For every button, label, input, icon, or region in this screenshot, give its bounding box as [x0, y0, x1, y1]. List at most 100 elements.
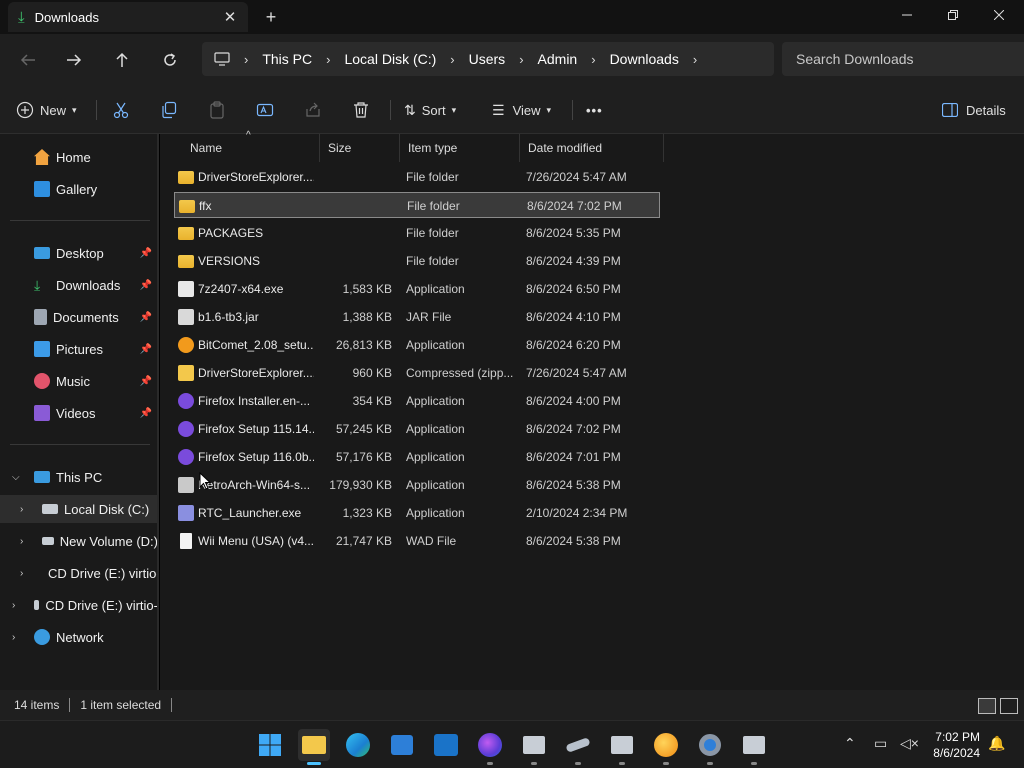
details-view-button[interactable]: [978, 698, 996, 714]
sidebar-item-videos[interactable]: Videos 📌: [0, 399, 158, 427]
restore-button[interactable]: [930, 0, 976, 30]
sidebar-item-local-disk[interactable]: › Local Disk (C:): [0, 495, 158, 523]
paste-button[interactable]: [208, 96, 226, 124]
file-row[interactable]: DriverStoreExplorer.... 960 KB Compressed …: [174, 360, 660, 386]
chevron-right-icon[interactable]: ›: [12, 600, 15, 611]
view-button[interactable]: ☰ View ▾: [492, 96, 551, 124]
sidebar-item-cd-drive-root[interactable]: › CD Drive (E:) virtio-: [0, 591, 158, 619]
clock[interactable]: 7:02 PM 8/6/2024: [933, 729, 980, 761]
file-row[interactable]: 7z2407-x64.exe 1,583 KB Application 8/6/202…: [174, 276, 660, 302]
file-row[interactable]: Firefox Installer.en-... 354 KB Applicatio…: [174, 388, 660, 414]
sidebar-item-downloads[interactable]: ⤓ Downloads 📌: [0, 271, 158, 299]
chevron-right-icon[interactable]: ›: [20, 536, 23, 547]
share-button[interactable]: [304, 96, 322, 124]
show-hidden-icons-button[interactable]: ⌃: [844, 735, 856, 752]
chevron-right-icon[interactable]: ›: [20, 504, 23, 515]
sidebar-item-desktop[interactable]: Desktop 📌: [0, 239, 158, 267]
breadcrumb-users[interactable]: Users: [469, 51, 506, 67]
file-date: 8/6/2024 5:38 PM: [526, 478, 621, 492]
breadcrumb-local-disk[interactable]: Local Disk (C:): [344, 51, 436, 67]
file-row[interactable]: PACKAGES File folder 8/6/2024 5:35 PM: [174, 220, 660, 246]
chevron-right-icon[interactable]: ›: [693, 52, 697, 67]
sidebar-item-music[interactable]: Music 📌: [0, 367, 158, 395]
column-name[interactable]: Name ^: [182, 130, 320, 162]
chevron-right-icon[interactable]: ›: [519, 52, 523, 67]
breadcrumb-downloads[interactable]: Downloads: [610, 51, 679, 67]
divider: [69, 698, 71, 712]
tiles-view-button[interactable]: [1000, 698, 1018, 714]
rename-button[interactable]: [256, 96, 274, 124]
close-window-button[interactable]: [976, 0, 1022, 30]
taskbar-installer-2[interactable]: [738, 729, 770, 765]
taskbar-firefox[interactable]: [474, 729, 506, 765]
file-row[interactable]: DriverStoreExplorer.... File folder 7/26/2…: [174, 164, 660, 190]
search-input[interactable]: Search Downloads: [782, 42, 1024, 76]
file-row[interactable]: RTC_Launcher.exe 1,323 KB Application 2/10/…: [174, 500, 660, 526]
forward-button[interactable]: [60, 46, 88, 74]
sidebar-item-cd-drive[interactable]: › CD Drive (E:) virtio-: [0, 559, 158, 587]
sidebar-item-this-pc[interactable]: ⌵ This PC: [0, 463, 158, 491]
file-row[interactable]: b1.6-tb3.jar 1,388 KB JAR File 8/6/2024 4:1…: [174, 304, 660, 330]
delete-button[interactable]: [352, 96, 370, 124]
breadcrumb-admin[interactable]: Admin: [538, 51, 578, 67]
minimize-button[interactable]: [884, 0, 930, 30]
copy-button[interactable]: [160, 96, 178, 124]
chevron-right-icon[interactable]: ›: [450, 52, 454, 67]
chevron-right-icon[interactable]: ›: [12, 632, 15, 643]
file-row[interactable]: Wii Menu (USA) (v4... 21,747 KB WAD File 8/…: [174, 528, 660, 554]
chevron-right-icon[interactable]: ›: [326, 52, 330, 67]
file-row[interactable]: BitComet_2.08_setu... 26,813 KB Applicatio…: [174, 332, 660, 358]
more-options-button[interactable]: •••: [586, 96, 603, 124]
column-size[interactable]: Size: [320, 134, 400, 162]
cut-button[interactable]: [112, 96, 130, 124]
up-button[interactable]: [108, 46, 136, 74]
volume-icon[interactable]: ◁×: [900, 735, 919, 752]
taskbar-edge[interactable]: [342, 729, 374, 761]
breadcrumb-this-pc[interactable]: This PC: [262, 51, 312, 67]
running-indicator: [575, 762, 581, 765]
network-icon[interactable]: ▭: [874, 735, 887, 752]
new-button[interactable]: New ▾: [16, 96, 77, 124]
divider: [171, 698, 173, 712]
taskbar-setup-app[interactable]: [606, 729, 638, 765]
sidebar-item-network[interactable]: › Network: [0, 623, 158, 651]
file-icon: [180, 533, 192, 549]
file-row[interactable]: VERSIONS File folder 8/6/2024 4:39 PM: [174, 248, 660, 274]
details-pane-button[interactable]: Details: [942, 96, 1006, 124]
taskbar-usb-app[interactable]: [562, 729, 594, 765]
taskbar-outlook[interactable]: [430, 729, 462, 761]
start-button[interactable]: [254, 729, 286, 761]
back-button[interactable]: [14, 46, 42, 74]
taskbar-store[interactable]: [386, 729, 418, 761]
new-tab-button[interactable]: +: [258, 4, 284, 30]
sidebar-scrollbar[interactable]: [157, 134, 159, 690]
network-icon: [34, 629, 50, 645]
file-row[interactable]: Firefox Setup 115.14... 57,245 KB Applicat…: [174, 416, 660, 442]
sidebar-item-pictures[interactable]: Pictures 📌: [0, 335, 158, 363]
running-indicator: [487, 762, 493, 765]
close-tab-button[interactable]: ✕: [220, 7, 240, 27]
chevron-right-icon[interactable]: ›: [591, 52, 595, 67]
taskbar-app-installer[interactable]: [518, 729, 550, 765]
sidebar-item-gallery[interactable]: Gallery: [0, 175, 158, 203]
taskbar-settings[interactable]: [694, 729, 726, 765]
file-row[interactable]: ffx File folder 8/6/2024 7:02 PM: [174, 192, 660, 218]
notification-bell-icon[interactable]: 🔔: [988, 735, 1005, 752]
chevron-right-icon[interactable]: ›: [20, 568, 23, 579]
taskbar-file-explorer[interactable]: [298, 729, 330, 765]
file-row[interactable]: Firefox Setup 116.0b... 57,176 KB Applicat…: [174, 444, 660, 470]
tab-downloads[interactable]: ⤓ Downloads ✕: [8, 2, 248, 32]
sidebar-item-documents[interactable]: Documents 📌: [0, 303, 158, 331]
chevron-down-icon[interactable]: ⌵: [12, 472, 20, 483]
outlook-icon: [434, 734, 458, 756]
file-row[interactable]: RetroArch-Win64-s... 179,930 KB Applicatio…: [174, 472, 660, 498]
column-type[interactable]: Item type: [400, 134, 520, 162]
column-date[interactable]: Date modified: [520, 134, 664, 162]
taskbar-bitcomet[interactable]: [650, 729, 682, 765]
sidebar-item-home[interactable]: Home: [0, 143, 158, 171]
refresh-button[interactable]: [156, 46, 184, 74]
sidebar-item-new-volume[interactable]: › New Volume (D:): [0, 527, 158, 555]
address-bar[interactable]: › This PC › Local Disk (C:) › Users › Ad…: [202, 42, 774, 76]
file-name: BitComet_2.08_setu...: [198, 338, 314, 352]
sort-button[interactable]: ⇅ Sort ▾: [404, 96, 456, 124]
